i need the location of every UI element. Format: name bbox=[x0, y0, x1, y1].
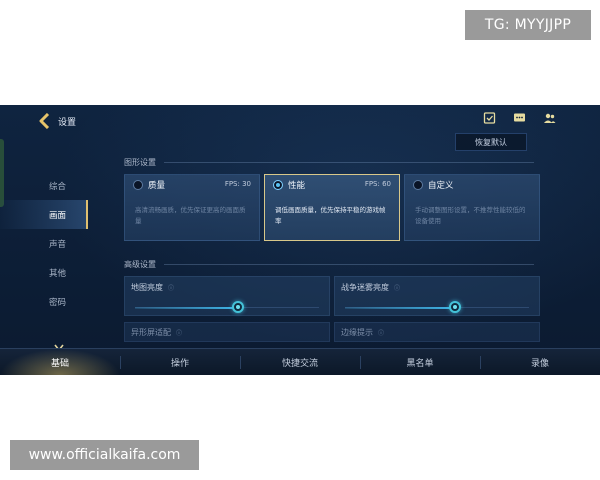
slider-fill bbox=[345, 306, 456, 309]
telegram-watermark: TG: MYYJJPP bbox=[465, 10, 591, 40]
screenshot-page: TG: MYYJJPP 设置 综合 画面 声音 其他 密码 恢复默认 图形设置 … bbox=[0, 0, 600, 480]
notch-adapt-panel[interactable]: 异形屏适配 ⓘ bbox=[124, 322, 330, 342]
slider-label-text: 战争迷雾亮度 bbox=[341, 283, 389, 292]
card-title: 自定义 bbox=[428, 181, 454, 191]
sidebar-item-graphics[interactable]: 画面 bbox=[0, 200, 88, 229]
slider-knob[interactable] bbox=[449, 301, 462, 313]
slider-knob[interactable] bbox=[232, 301, 245, 313]
sidebar-item-label: 画面 bbox=[49, 210, 67, 221]
info-icon[interactable]: ⓘ bbox=[168, 283, 174, 292]
fog-brightness-panel: 战争迷雾亮度 ⓘ bbox=[334, 276, 540, 316]
task-icon[interactable] bbox=[483, 112, 496, 124]
section-title: 高级设置 bbox=[124, 260, 156, 269]
slider-label: 地图亮度 ⓘ bbox=[131, 282, 174, 293]
settings-sidebar: 综合 画面 声音 其他 密码 bbox=[0, 171, 88, 316]
back-button[interactable]: 设置 bbox=[38, 111, 76, 131]
slider-label-text: 地图亮度 bbox=[131, 283, 163, 292]
card-title: 性能 bbox=[288, 181, 306, 191]
sidebar-item-label: 综合 bbox=[49, 181, 67, 192]
chat-icon[interactable] bbox=[513, 112, 526, 124]
section-divider bbox=[164, 162, 534, 163]
setting-label: 边缘提示 ⓘ bbox=[341, 327, 384, 338]
top-right-icons bbox=[483, 112, 556, 124]
tab-blacklist[interactable]: 黑名单 bbox=[360, 349, 480, 375]
radio-button[interactable] bbox=[133, 180, 143, 190]
edge-hint-panel[interactable]: 边缘提示 ⓘ bbox=[334, 322, 540, 342]
sidebar-item-label: 其他 bbox=[49, 268, 67, 279]
custom-card[interactable]: 自定义 手动调整图形设置，不推荐性能较低的设备使用 bbox=[404, 174, 540, 241]
sidebar-item-label: 声音 bbox=[49, 239, 67, 250]
sidebar-item-other[interactable]: 其他 bbox=[0, 258, 88, 287]
tab-controls[interactable]: 操作 bbox=[120, 349, 240, 375]
section-divider bbox=[164, 264, 534, 265]
back-arrow-icon bbox=[39, 113, 50, 129]
sidebar-item-password[interactable]: 密码 bbox=[0, 287, 88, 316]
tab-basic[interactable]: 基础 bbox=[0, 349, 120, 375]
slider-fill bbox=[135, 306, 239, 309]
card-title: 质量 bbox=[148, 181, 166, 191]
info-icon[interactable]: ⓘ bbox=[176, 328, 182, 337]
sidebar-item-sound[interactable]: 声音 bbox=[0, 229, 88, 258]
quality-card[interactable]: 质量 FPS: 30 高清流畅画质，优先保证更高的画面质量 bbox=[124, 174, 260, 241]
tab-quick-chat[interactable]: 快捷交流 bbox=[240, 349, 360, 375]
section-title: 图形设置 bbox=[124, 158, 156, 167]
bottom-tab-bar: 基础 操作 快捷交流 黑名单 录像 bbox=[0, 348, 600, 375]
performance-card[interactable]: 性能 FPS: 60 调低画面质量，优先保持平稳的游戏帧率 bbox=[264, 174, 400, 241]
reset-default-button[interactable]: 恢复默认 bbox=[455, 133, 527, 151]
info-icon[interactable]: ⓘ bbox=[378, 328, 384, 337]
radio-button[interactable] bbox=[273, 180, 283, 190]
sidebar-item-general[interactable]: 综合 bbox=[0, 171, 88, 200]
setting-label: 异形屏适配 ⓘ bbox=[131, 327, 182, 338]
slider-label: 战争迷雾亮度 ⓘ bbox=[341, 282, 400, 293]
info-icon[interactable]: ⓘ bbox=[394, 283, 400, 292]
graphics-section-heading: 图形设置 bbox=[124, 157, 534, 168]
setting-label-text: 边缘提示 bbox=[341, 328, 373, 337]
radio-button[interactable] bbox=[413, 180, 423, 190]
friends-icon[interactable] bbox=[543, 112, 556, 124]
card-fps: FPS: 60 bbox=[364, 180, 391, 188]
card-description: 高清流畅画质，优先保证更高的画面质量 bbox=[135, 206, 246, 225]
advanced-section-heading: 高级设置 bbox=[124, 259, 534, 270]
card-description: 手动调整图形设置，不推荐性能较低的设备使用 bbox=[415, 206, 526, 225]
card-fps: FPS: 30 bbox=[224, 180, 251, 188]
tab-replay[interactable]: 录像 bbox=[480, 349, 600, 375]
map-brightness-panel: 地图亮度 ⓘ bbox=[124, 276, 330, 316]
page-title: 设置 bbox=[58, 117, 77, 128]
card-description: 调低画面质量，优先保持平稳的游戏帧率 bbox=[275, 206, 386, 225]
map-brightness-slider[interactable] bbox=[135, 301, 319, 313]
sidebar-item-label: 密码 bbox=[49, 297, 67, 308]
site-watermark: www.officialkaifa.com bbox=[10, 440, 199, 470]
setting-label-text: 异形屏适配 bbox=[131, 328, 171, 337]
fog-brightness-slider[interactable] bbox=[345, 301, 529, 313]
